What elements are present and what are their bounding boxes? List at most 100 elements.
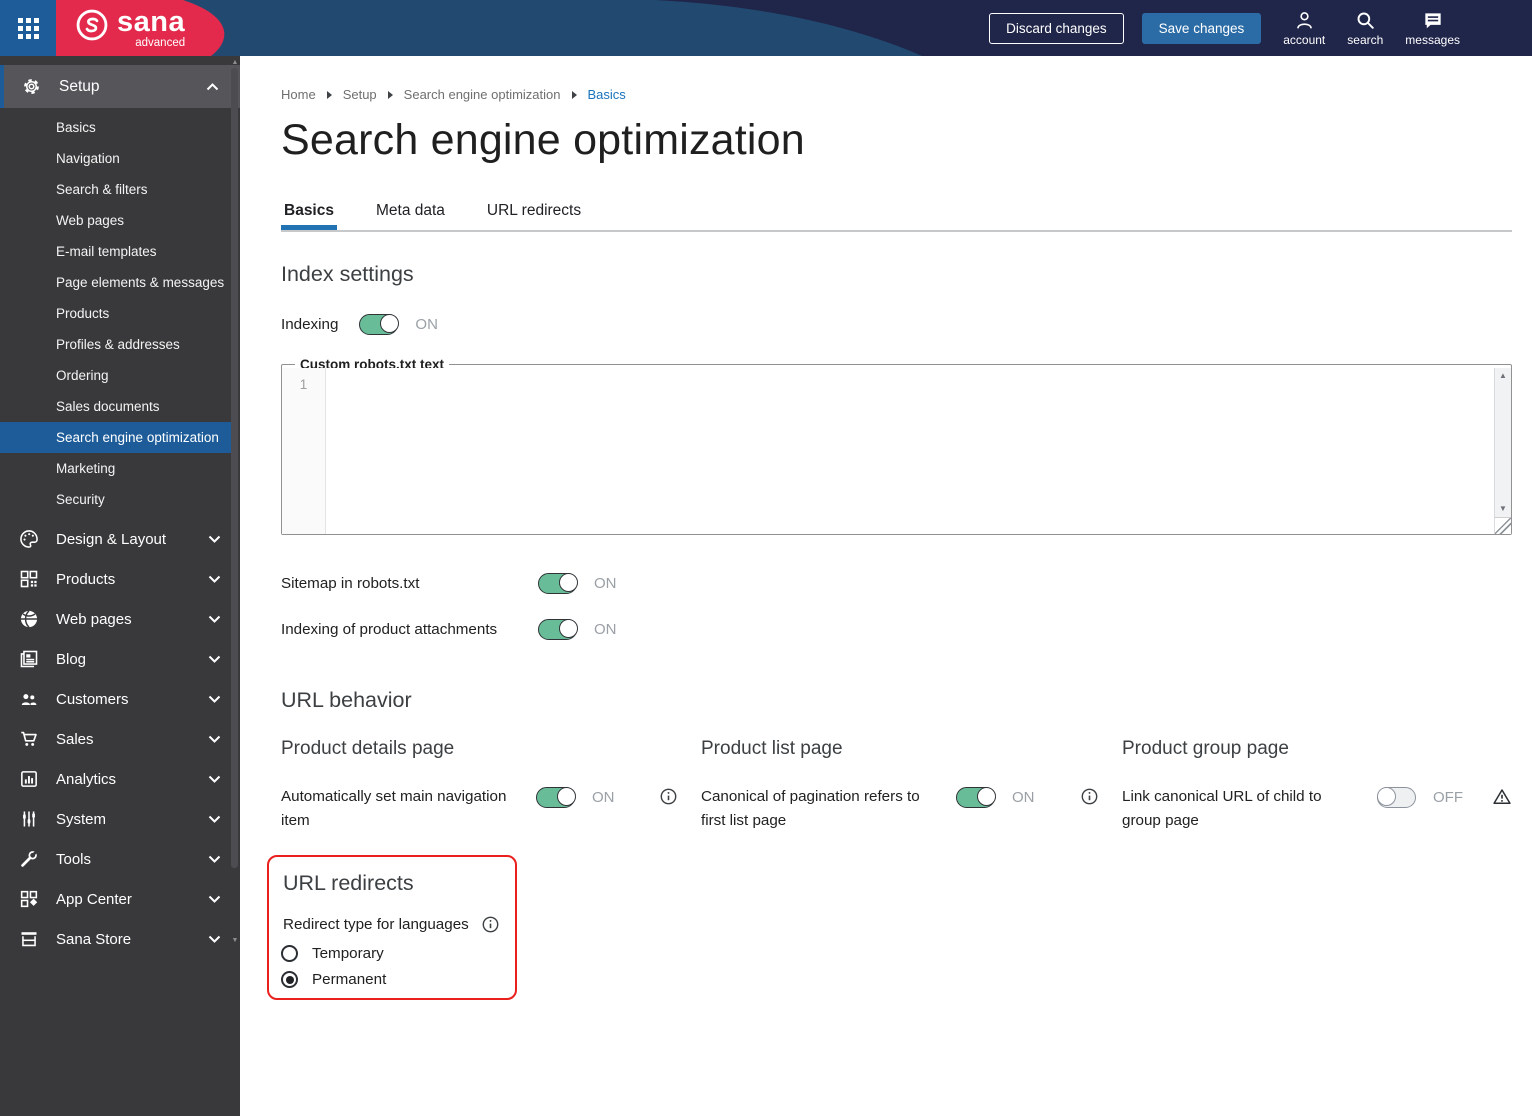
wrench-icon xyxy=(17,848,41,870)
sidebar-section-sana-store[interactable]: Sana Store xyxy=(0,919,240,959)
scroll-down-arrow-icon[interactable]: ▼ xyxy=(230,936,240,946)
highlight-box: URL redirects Redirect type for language… xyxy=(267,855,517,1000)
sidebar-item-security[interactable]: Security xyxy=(0,484,231,515)
cart-icon xyxy=(17,728,41,750)
link-canonical-toggle[interactable] xyxy=(1376,786,1416,808)
canonical-pagination-row: Canonical of pagination refers to first … xyxy=(701,785,1122,833)
messages-label: messages xyxy=(1405,33,1460,47)
sidebar-section-design-layout[interactable]: Design & Layout xyxy=(0,519,240,559)
sidebar-scrollbar-thumb[interactable] xyxy=(231,68,238,868)
product-details-heading: Product details page xyxy=(281,738,455,759)
scroll-up-arrow-icon[interactable]: ▲ xyxy=(230,58,240,68)
customers-icon xyxy=(17,688,41,710)
robots-textarea[interactable] xyxy=(326,368,1494,534)
sidebar-item-search-engine-optimization[interactable]: Search engine optimization xyxy=(0,422,231,453)
sidebar-item-web-pages[interactable]: Web pages xyxy=(0,205,231,236)
resize-handle[interactable] xyxy=(1495,517,1511,534)
sidebar-item-products[interactable]: Products xyxy=(0,298,231,329)
breadcrumb-home[interactable]: Home xyxy=(281,87,316,102)
chevron-down-icon xyxy=(208,815,221,823)
sidebar-item-navigation[interactable]: Navigation xyxy=(0,143,231,174)
breadcrumb-setup[interactable]: Setup xyxy=(343,87,377,102)
link-canonical-label: Link canonical URL of child to group pag… xyxy=(1122,788,1322,829)
sidebar-section-blog[interactable]: Blog xyxy=(0,639,240,679)
sidebar-item-profiles-addresses[interactable]: Profiles & addresses xyxy=(0,329,231,360)
radio-dot xyxy=(285,975,294,984)
search-icon xyxy=(1357,12,1374,29)
sidebar-section-customers[interactable]: Customers xyxy=(0,679,240,719)
sidebar-item-page-elements[interactable]: Page elements & messages xyxy=(0,267,231,298)
breadcrumb-seo[interactable]: Search engine optimization xyxy=(404,87,561,102)
tab-basics[interactable]: Basics xyxy=(281,202,337,230)
canonical-pagination-toggle[interactable] xyxy=(956,786,996,808)
info-icon[interactable] xyxy=(1081,788,1098,805)
radio-option-temporary[interactable]: Temporary xyxy=(281,945,501,962)
sidebar-section-sales[interactable]: Sales xyxy=(0,719,240,759)
attachments-state: ON xyxy=(594,621,617,638)
sidebar-item-sales-documents[interactable]: Sales documents xyxy=(0,391,231,422)
textarea-scrollbar[interactable]: ▲ ▼ xyxy=(1494,368,1511,534)
tab-bar: Basics Meta data URL redirects xyxy=(281,202,1512,232)
sidebar-section-tools[interactable]: Tools xyxy=(0,839,240,879)
discard-changes-button[interactable]: Discard changes xyxy=(989,12,1124,44)
sidebar-section-setup[interactable]: Setup xyxy=(0,65,240,108)
chevron-down-icon xyxy=(208,775,221,783)
sitemap-toggle[interactable] xyxy=(538,572,578,594)
tab-url-redirects[interactable]: URL redirects xyxy=(484,202,584,230)
breadcrumb-separator-icon xyxy=(326,90,332,99)
sidebar-section-analytics[interactable]: Analytics xyxy=(0,759,240,799)
sidebar-section-system[interactable]: System xyxy=(0,799,240,839)
link-canonical-row: Link canonical URL of child to group pag… xyxy=(1122,785,1512,833)
sidebar-item-search-filters[interactable]: Search & filters xyxy=(0,174,231,205)
indexing-toggle[interactable] xyxy=(359,313,399,335)
sidebar-section-label: Products xyxy=(56,570,116,588)
indexing-label: Indexing xyxy=(281,316,339,333)
tab-meta-data[interactable]: Meta data xyxy=(373,202,448,230)
sidebar-section-label: Sales xyxy=(56,730,94,748)
radio-label[interactable]: Permanent xyxy=(312,971,386,988)
attachments-label: Indexing of product attachments xyxy=(281,621,498,638)
warning-icon[interactable] xyxy=(1493,788,1511,805)
account-button[interactable]: account xyxy=(1283,9,1325,47)
radio-option-permanent[interactable]: Permanent xyxy=(281,971,501,988)
attachments-toggle[interactable] xyxy=(538,618,578,640)
sidebar-item-marketing[interactable]: Marketing xyxy=(0,453,231,484)
topbar: sana advanced Discard changes Save chang… xyxy=(0,0,1532,56)
messages-button[interactable]: messages xyxy=(1405,9,1460,47)
sidebar-scrollbar[interactable]: ▲ ▼ xyxy=(230,56,240,948)
scroll-down-arrow-icon[interactable]: ▼ xyxy=(1495,501,1511,517)
app-grid-button[interactable] xyxy=(0,0,56,56)
sidebar-section-web-pages[interactable]: Web pages xyxy=(0,599,240,639)
sana-logo[interactable]: sana advanced xyxy=(74,7,185,49)
save-changes-button[interactable]: Save changes xyxy=(1141,12,1262,44)
index-settings-heading: Index settings xyxy=(281,262,414,286)
info-icon[interactable] xyxy=(660,788,677,805)
sidebar-item-email-templates[interactable]: E-mail templates xyxy=(0,236,231,267)
auto-main-nav-row: Automatically set main navigation item O… xyxy=(281,785,701,833)
sidebar-item-ordering[interactable]: Ordering xyxy=(0,360,231,391)
sidebar-section-products[interactable]: Products xyxy=(0,559,240,599)
search-button[interactable]: search xyxy=(1347,9,1383,47)
sidebar-setup-label: Setup xyxy=(59,77,100,95)
sidebar-section-label: Analytics xyxy=(56,770,117,788)
indexing-state: ON xyxy=(415,316,438,333)
auto-main-nav-toggle[interactable] xyxy=(536,786,576,808)
radio-button[interactable] xyxy=(281,971,298,988)
info-icon[interactable] xyxy=(482,916,499,933)
scroll-up-arrow-icon[interactable]: ▲ xyxy=(1495,368,1511,384)
textarea-scrollbar-track[interactable] xyxy=(1495,384,1511,501)
toggle-knob xyxy=(976,786,996,806)
radio-label[interactable]: Temporary xyxy=(312,945,384,962)
url-behavior-columns: Product details page Automatically set m… xyxy=(281,738,1512,833)
chevron-down-icon xyxy=(208,535,221,543)
sidebar-section-label: Sana Store xyxy=(56,930,132,948)
url-redirects-heading: URL redirects xyxy=(283,871,414,895)
globe-icon xyxy=(17,608,41,630)
sidebar-item-basics[interactable]: Basics xyxy=(0,112,231,143)
radio-button[interactable] xyxy=(281,945,298,962)
product-group-column: Product group page Link canonical URL of… xyxy=(1122,738,1512,833)
sidebar-section-label: System xyxy=(56,810,107,828)
breadcrumb-basics[interactable]: Basics xyxy=(588,87,626,102)
sidebar-section-app-center[interactable]: App Center xyxy=(0,879,240,919)
toggle-knob xyxy=(558,572,578,592)
